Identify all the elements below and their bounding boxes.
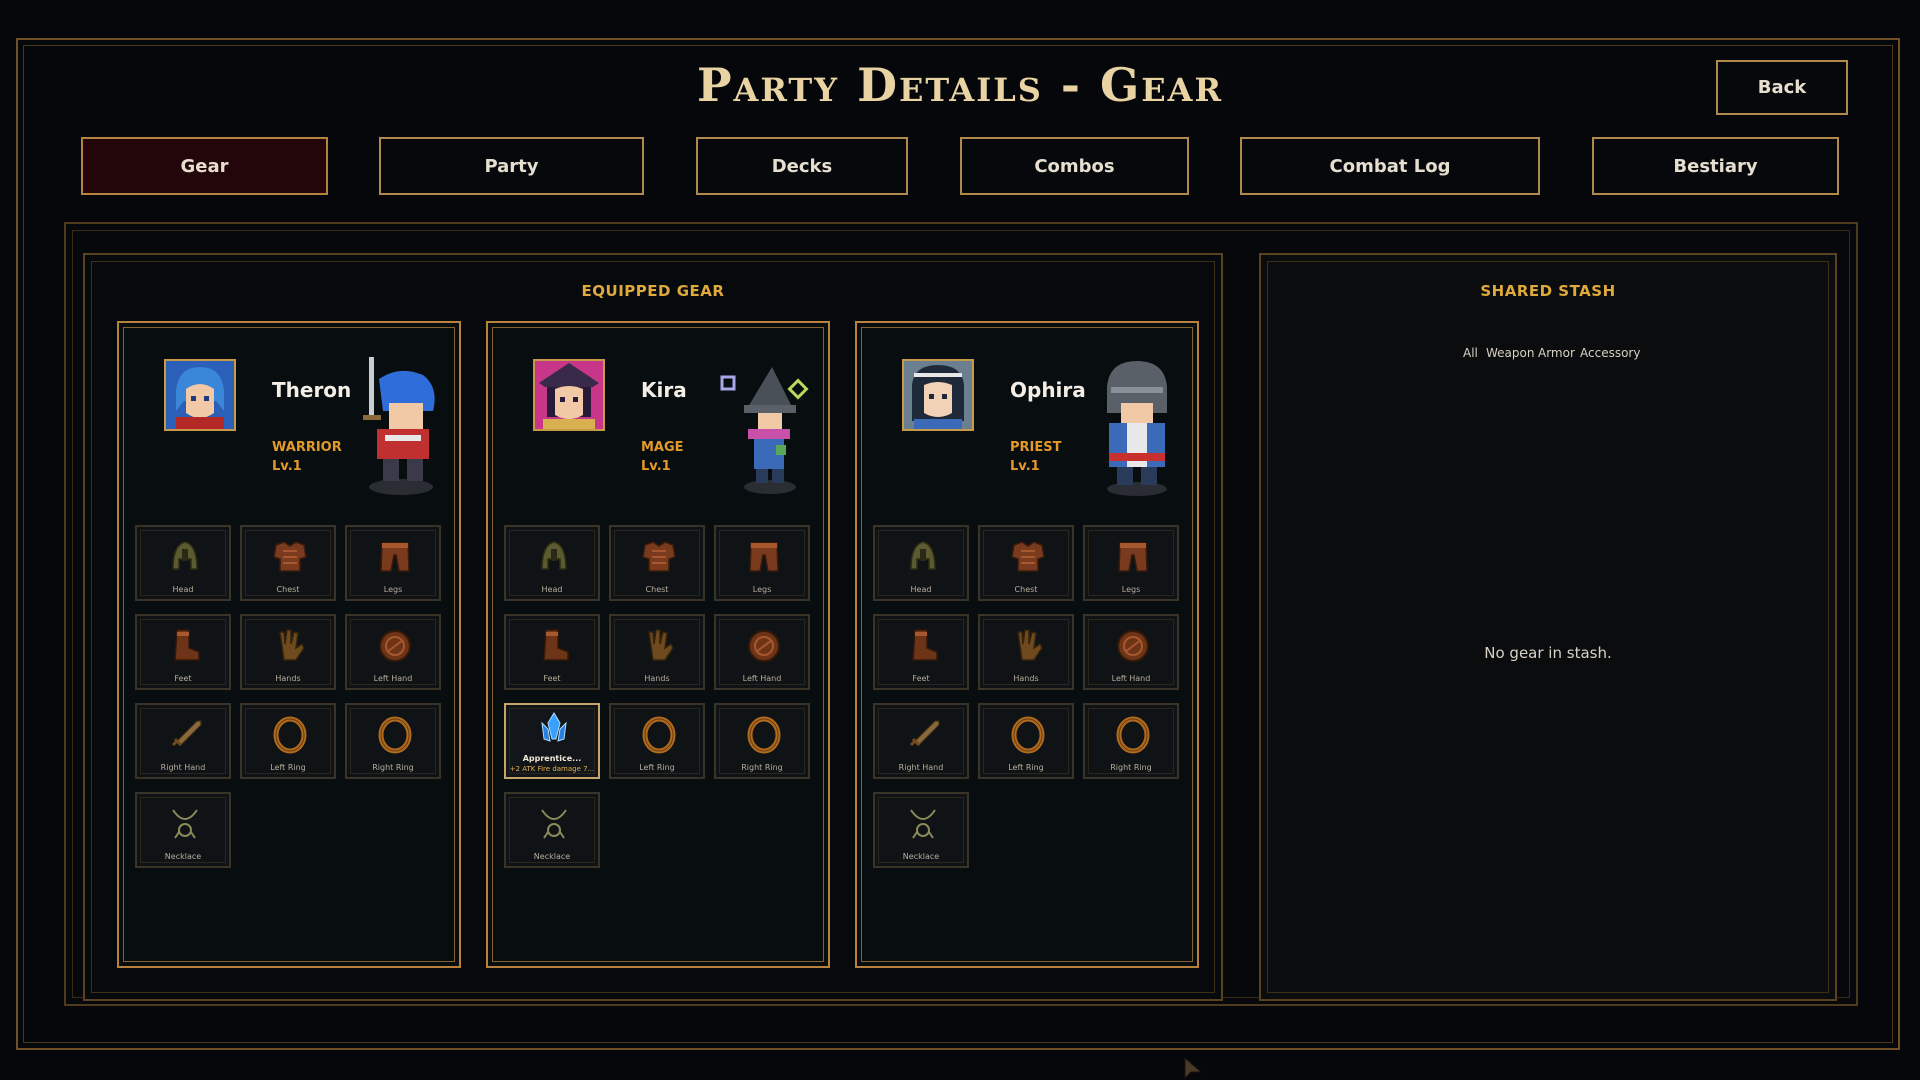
- character-card-theron: Theron WARRIOR Lv.1 Head Chest Legs Feet…: [117, 321, 461, 968]
- chest-armor-icon: [1006, 535, 1050, 579]
- character-class: PRIEST: [1010, 440, 1062, 455]
- back-button[interactable]: Back: [1716, 60, 1848, 115]
- chest-armor-icon: [637, 535, 681, 579]
- slot-hands[interactable]: Hands: [978, 614, 1074, 690]
- ring-icon: [268, 713, 312, 757]
- tab-combos[interactable]: Combos: [960, 137, 1189, 195]
- boot-icon: [532, 624, 576, 668]
- avatar: [533, 359, 605, 431]
- slot-chest[interactable]: Chest: [240, 525, 336, 601]
- slot-feet[interactable]: Feet: [135, 614, 231, 690]
- mage-sprite: [720, 367, 809, 494]
- slot-left-ring[interactable]: Left Ring: [978, 703, 1074, 779]
- boot-icon: [163, 624, 207, 668]
- gauntlet-icon: [1006, 624, 1050, 668]
- character-name: Kira: [641, 378, 687, 402]
- ring-icon: [1006, 713, 1050, 757]
- gauntlet-icon: [637, 624, 681, 668]
- character-name: Theron: [272, 378, 352, 402]
- equipped-item-desc: +2 ATK Fire damage 7...: [509, 765, 595, 773]
- slot-necklace[interactable]: Necklace: [135, 792, 231, 868]
- avatar: [164, 359, 236, 431]
- ring-icon: [637, 713, 681, 757]
- warrior-sprite: [363, 357, 435, 495]
- helmet-icon: [901, 535, 945, 579]
- slot-left-ring[interactable]: Left Ring: [240, 703, 336, 779]
- character-level: Lv.1: [1010, 459, 1040, 474]
- ring-icon: [742, 713, 786, 757]
- slot-feet[interactable]: Feet: [504, 614, 600, 690]
- helmet-icon: [532, 535, 576, 579]
- shield-icon: [373, 624, 417, 668]
- sword-icon: [901, 713, 945, 757]
- tab-decks[interactable]: Decks: [696, 137, 908, 195]
- slot-head[interactable]: Head: [135, 525, 231, 601]
- equipped-item-name: Apprentice...: [522, 754, 582, 763]
- necklace-icon: [532, 802, 576, 846]
- mouse-cursor-icon: [1184, 1056, 1203, 1080]
- slot-legs[interactable]: Legs: [1083, 525, 1179, 601]
- character-class: MAGE: [641, 440, 684, 455]
- tab-party[interactable]: Party: [379, 137, 644, 195]
- slot-right-ring[interactable]: Right Ring: [714, 703, 810, 779]
- leg-armor-icon: [373, 535, 417, 579]
- sword-icon: [163, 713, 207, 757]
- priest-sprite: [1107, 361, 1167, 496]
- slot-necklace[interactable]: Necklace: [873, 792, 969, 868]
- filter-weapon[interactable]: Weapon: [1486, 346, 1534, 360]
- helmet-icon: [163, 535, 207, 579]
- slot-right-hand[interactable]: Right Hand: [873, 703, 969, 779]
- necklace-icon: [163, 802, 207, 846]
- slot-chest[interactable]: Chest: [609, 525, 705, 601]
- ring-icon: [373, 713, 417, 757]
- filter-all[interactable]: All: [1463, 346, 1478, 360]
- tab-combat-log[interactable]: Combat Log: [1240, 137, 1540, 195]
- filter-armor[interactable]: Armor: [1538, 346, 1575, 360]
- crystal-icon: [532, 709, 576, 753]
- character-name: Ophira: [1010, 378, 1086, 402]
- slot-legs[interactable]: Legs: [714, 525, 810, 601]
- character-card-kira: Kira MAGE Lv.1 Head Chest Legs Feet Hand…: [486, 321, 830, 968]
- slot-left-hand[interactable]: Left Hand: [345, 614, 441, 690]
- slot-left-hand[interactable]: Left Hand: [1083, 614, 1179, 690]
- equipped-gear-title: EQUIPPED GEAR: [581, 282, 725, 300]
- leg-armor-icon: [742, 535, 786, 579]
- slot-right-ring[interactable]: Right Ring: [345, 703, 441, 779]
- page-title: Party Details - Gear: [696, 58, 1224, 112]
- slot-left-ring[interactable]: Left Ring: [609, 703, 705, 779]
- stash-empty-message: No gear in stash.: [1484, 644, 1612, 662]
- shield-icon: [742, 624, 786, 668]
- slot-head[interactable]: Head: [504, 525, 600, 601]
- shared-stash-panel: [1259, 253, 1837, 1001]
- character-class: WARRIOR: [272, 440, 342, 455]
- slot-legs[interactable]: Legs: [345, 525, 441, 601]
- slot-hands[interactable]: Hands: [240, 614, 336, 690]
- slot-right-hand-equipped[interactable]: Apprentice... +2 ATK Fire damage 7...: [504, 703, 600, 779]
- character-level: Lv.1: [641, 459, 671, 474]
- slot-necklace[interactable]: Necklace: [504, 792, 600, 868]
- slot-feet[interactable]: Feet: [873, 614, 969, 690]
- character-card-ophira: Ophira PRIEST Lv.1 Head Chest Legs Feet …: [855, 321, 1199, 968]
- filter-accessory[interactable]: Accessory: [1580, 346, 1640, 360]
- slot-right-hand[interactable]: Right Hand: [135, 703, 231, 779]
- chest-armor-icon: [268, 535, 312, 579]
- slot-chest[interactable]: Chest: [978, 525, 1074, 601]
- slot-head[interactable]: Head: [873, 525, 969, 601]
- leg-armor-icon: [1111, 535, 1155, 579]
- slot-left-hand[interactable]: Left Hand: [714, 614, 810, 690]
- gauntlet-icon: [268, 624, 312, 668]
- ring-icon: [1111, 713, 1155, 757]
- shared-stash-title: SHARED STASH: [1480, 282, 1616, 300]
- necklace-icon: [901, 802, 945, 846]
- tab-bestiary[interactable]: Bestiary: [1592, 137, 1839, 195]
- slot-right-ring[interactable]: Right Ring: [1083, 703, 1179, 779]
- slot-hands[interactable]: Hands: [609, 614, 705, 690]
- avatar: [902, 359, 974, 431]
- character-level: Lv.1: [272, 459, 302, 474]
- boot-icon: [901, 624, 945, 668]
- tab-gear[interactable]: Gear: [81, 137, 328, 195]
- shield-icon: [1111, 624, 1155, 668]
